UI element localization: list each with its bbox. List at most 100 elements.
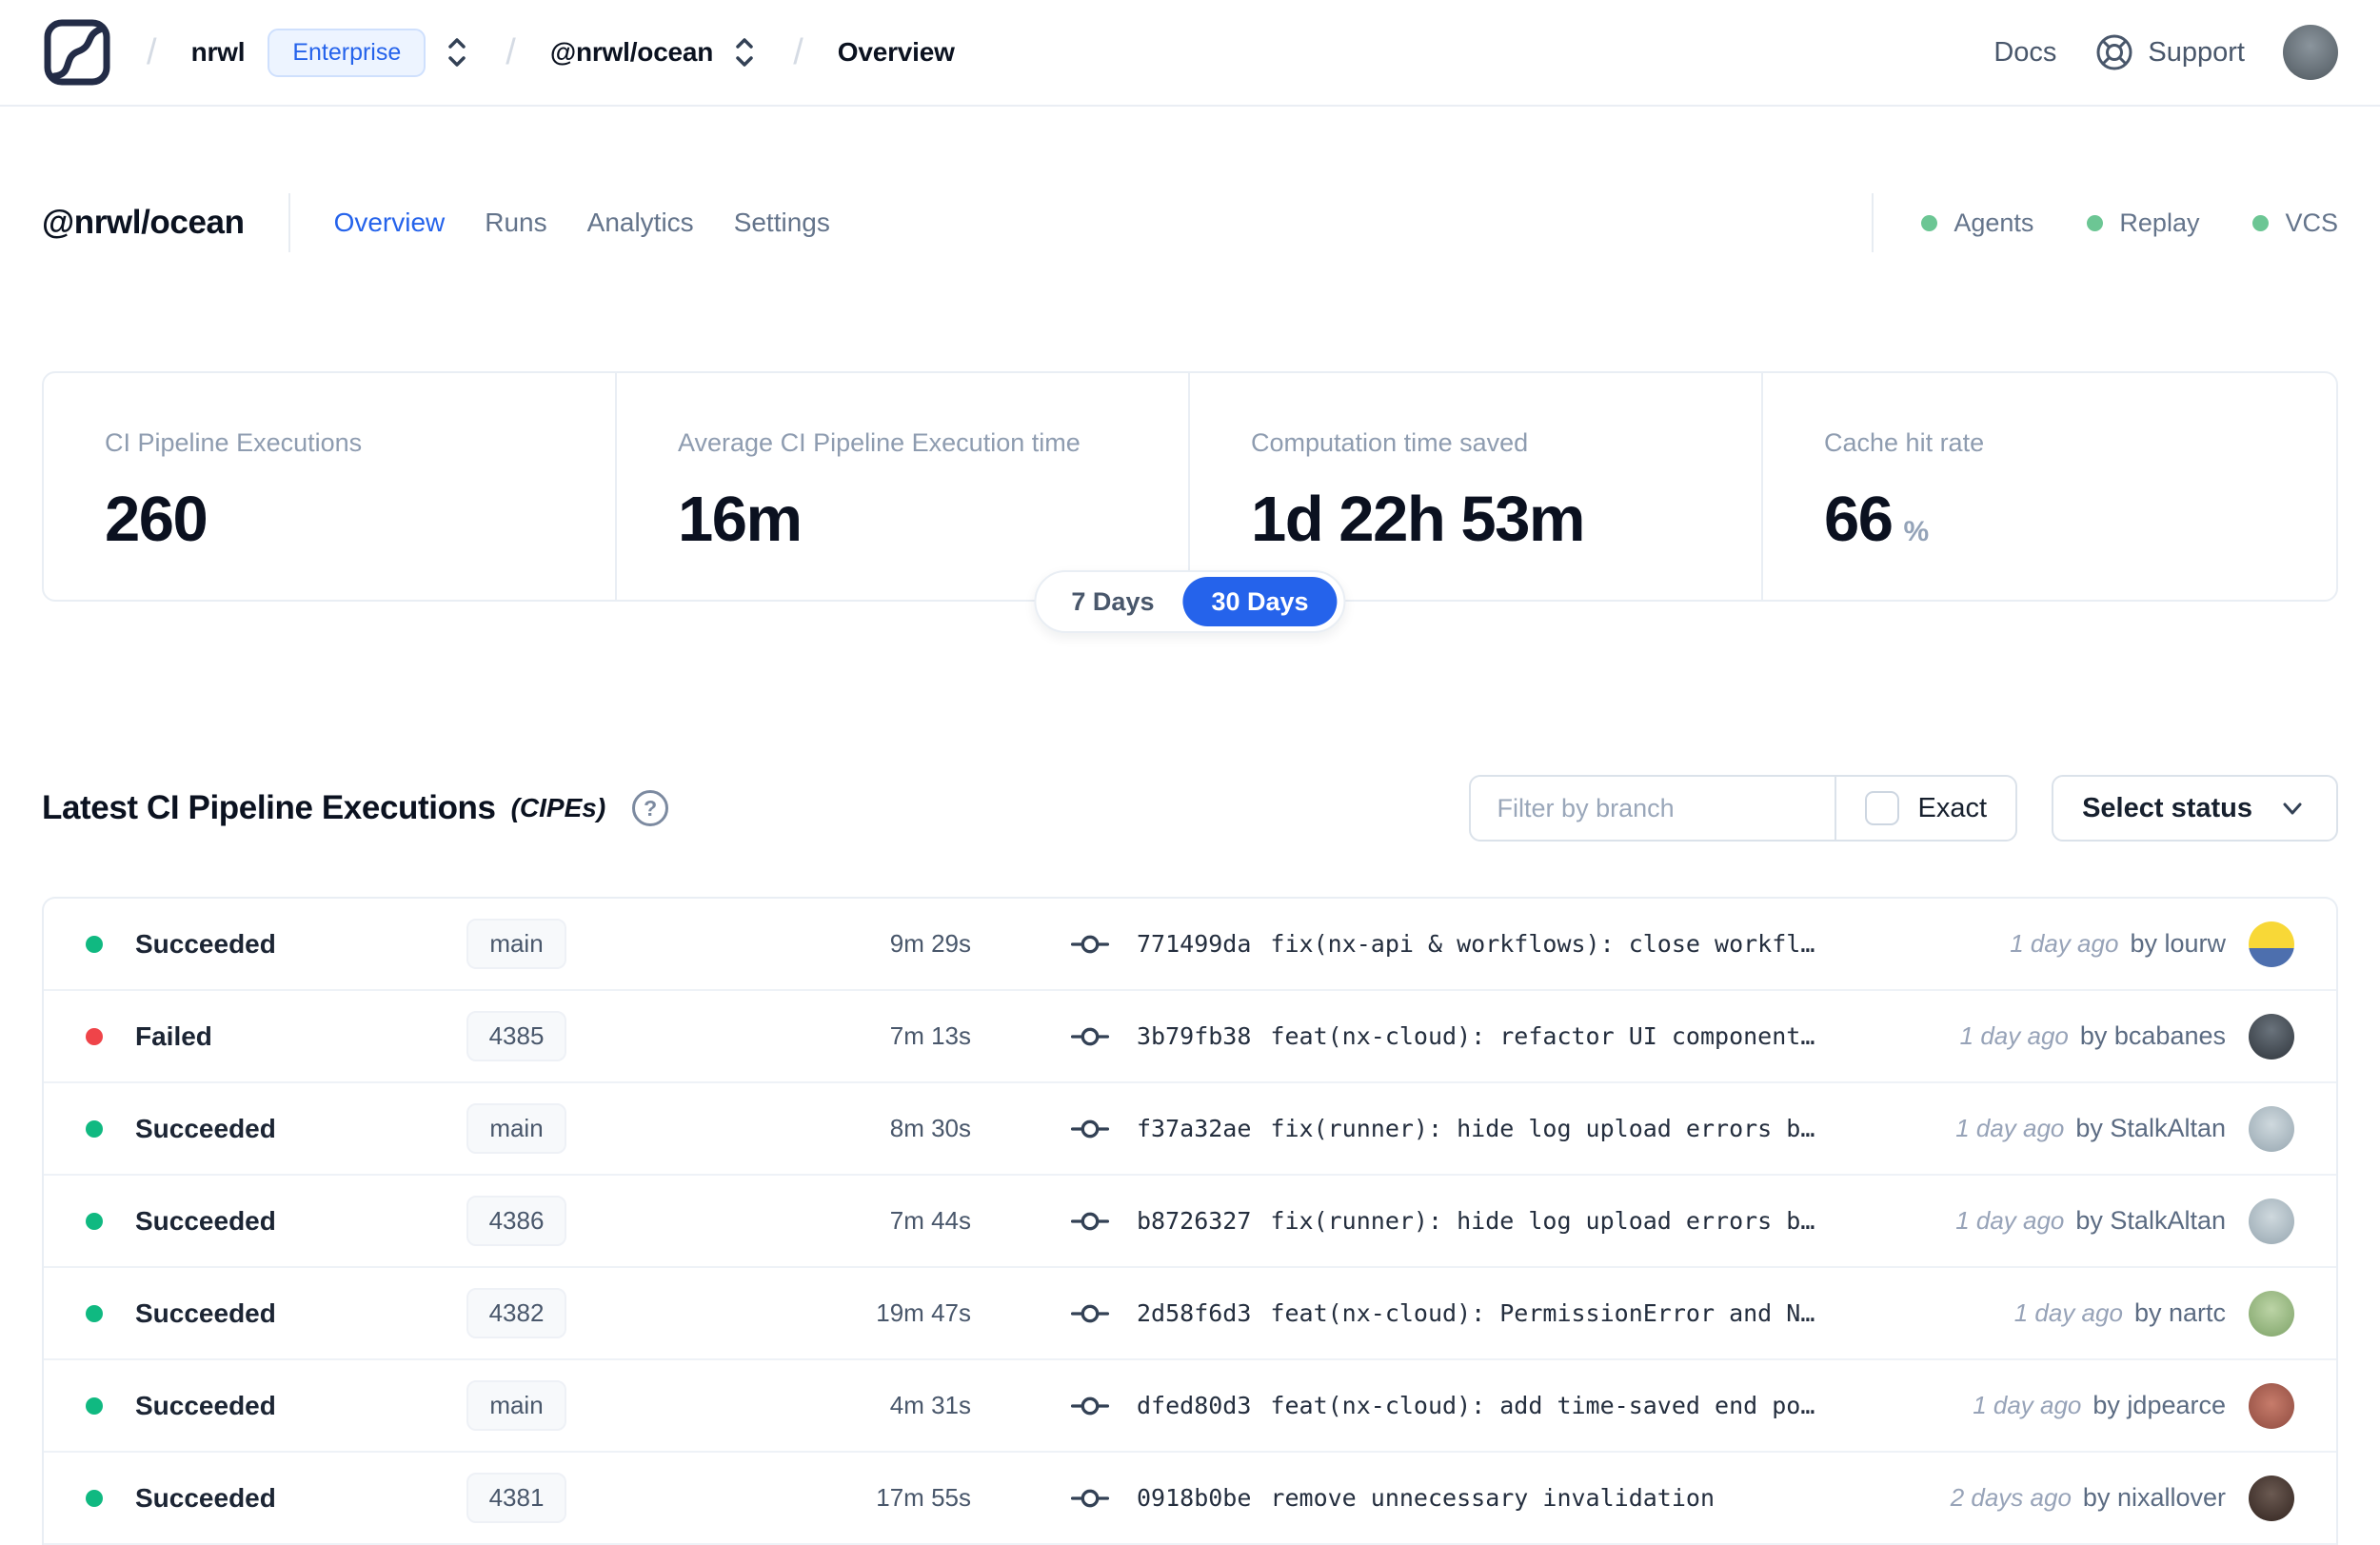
duration-cell: 9m 29s: [889, 929, 971, 958]
user-avatar[interactable]: [2283, 25, 2338, 80]
status-label: Succeeded: [135, 1482, 276, 1513]
author: by jdpearce: [2092, 1391, 2226, 1419]
stat-card-ci-pipeline-executions: CI Pipeline Executions 260: [44, 373, 617, 600]
commit-cell: f37a32ae fix(runner): hide log upload er…: [1070, 1109, 1815, 1149]
author: by lourw: [2130, 929, 2226, 958]
breadcrumb-org: nrwl Enterprise: [191, 28, 472, 77]
author-avatar: [2249, 1013, 2294, 1060]
status-label: Succeeded: [135, 1205, 276, 1236]
green-dot-icon: [1921, 214, 1938, 231]
time-ago: 1 day ago: [1959, 1021, 2069, 1050]
stat-card-computation-time-saved: Computation time saved 1d 22h 53m: [1190, 373, 1763, 600]
divider: [1872, 193, 1874, 252]
stat-value: 1d 22h 53m: [1251, 484, 1585, 555]
workspace-switcher-chevron-icon[interactable]: [730, 32, 759, 72]
workspace-name: @nrwl/ocean: [549, 37, 714, 67]
green-dot-icon: [2087, 214, 2104, 231]
author: by nixallover: [2082, 1483, 2226, 1512]
docs-link[interactable]: Docs: [1993, 37, 2056, 69]
time-ago: 1 day ago: [1955, 1114, 2065, 1142]
commit-hash: 0918b0be: [1137, 1484, 1252, 1512]
commit-hash: b8726327: [1137, 1207, 1252, 1235]
git-commit-icon: [1070, 1304, 1110, 1322]
indicator-replay[interactable]: Replay: [2087, 208, 2199, 238]
commit-message: feat(nx-cloud): add time-saved end po…: [1270, 1392, 1815, 1419]
range-30-days[interactable]: 30 Days: [1182, 577, 1338, 626]
breadcrumb-separator: /: [147, 31, 157, 72]
status-dot: [86, 935, 103, 953]
nx-cloud-logo-icon[interactable]: [42, 17, 112, 88]
tab-settings[interactable]: Settings: [734, 208, 830, 238]
meta-cell: 1 day ago by lourw: [2010, 921, 2294, 967]
stat-card-average-execution-time: Average CI Pipeline Execution time 16m: [617, 373, 1190, 600]
exact-label: Exact: [1917, 792, 1988, 823]
author-avatar: [2249, 1382, 2294, 1429]
status-filter-label: Select status: [2082, 792, 2252, 823]
commit-hash: 771499da: [1137, 930, 1252, 958]
status-cell: Succeeded: [86, 929, 414, 960]
indicator-vcs[interactable]: VCS: [2252, 208, 2338, 238]
cipe-row[interactable]: Succeeded 4382 19m 47s 2d58f6d3 feat(nx-…: [44, 1268, 2336, 1360]
range-7-days[interactable]: 7 Days: [1042, 577, 1182, 626]
exact-match-option: Exact: [1836, 791, 2016, 825]
cipe-list: Succeeded main 9m 29s 771499da fix(nx-ap…: [42, 897, 2338, 1545]
cipe-row[interactable]: Succeeded 4381 17m 55s 0918b0be remove u…: [44, 1453, 2336, 1545]
stat-card-cache-hit-rate: Cache hit rate 66%: [1763, 373, 2336, 600]
stats-cards: CI Pipeline Executions 260 Average CI Pi…: [42, 371, 2338, 602]
status-dot: [86, 1396, 103, 1415]
status-cell: Succeeded: [86, 1391, 414, 1421]
cipe-title-suffix: (CIPEs): [510, 793, 606, 822]
author: by StalkAltan: [2075, 1114, 2226, 1142]
lifebuoy-icon: [2096, 34, 2132, 70]
stat-value: 66: [1824, 484, 1894, 555]
git-commit-icon: [1070, 1119, 1110, 1138]
branch-cell: main: [414, 1103, 619, 1154]
branch-filter-input[interactable]: [1470, 793, 1835, 823]
branch-badge[interactable]: 4381: [466, 1473, 567, 1523]
exact-checkbox[interactable]: [1864, 791, 1899, 825]
cipe-row[interactable]: Succeeded main 4m 31s dfed80d3 feat(nx-c…: [44, 1360, 2336, 1453]
cipe-row[interactable]: Failed 4385 7m 13s 3b79fb38 feat(nx-clou…: [44, 991, 2336, 1083]
tab-runs[interactable]: Runs: [485, 208, 546, 238]
branch-filter-group: Exact: [1468, 775, 2018, 842]
author-avatar: [2249, 921, 2294, 967]
time-ago: 1 day ago: [1955, 1206, 2065, 1235]
help-icon[interactable]: ?: [632, 790, 669, 826]
meta-cell: 1 day ago by nartc: [2014, 1290, 2294, 1337]
branch-badge[interactable]: main: [466, 919, 566, 969]
tab-overview[interactable]: Overview: [334, 208, 446, 238]
branch-badge[interactable]: 4385: [466, 1011, 567, 1061]
branch-badge[interactable]: 4382: [466, 1288, 567, 1338]
workspace-header: @nrwl/ocean Overview Runs Analytics Sett…: [0, 187, 2380, 259]
meta-cell: 1 day ago by bcabanes: [1959, 1013, 2294, 1060]
commit-cell: dfed80d3 feat(nx-cloud): add time-saved …: [1070, 1386, 1815, 1426]
cipe-title: Latest CI Pipeline Executions: [42, 789, 496, 826]
cipe-row[interactable]: Succeeded 4386 7m 44s b8726327 fix(runne…: [44, 1176, 2336, 1268]
branch-cell: main: [414, 1380, 619, 1431]
cipe-row[interactable]: Succeeded main 9m 29s 771499da fix(nx-ap…: [44, 899, 2336, 991]
branch-cell: 4385: [414, 1011, 619, 1061]
branch-badge[interactable]: main: [466, 1380, 566, 1431]
feature-indicators: Agents Replay VCS: [1921, 208, 2338, 238]
branch-cell: main: [414, 919, 619, 969]
author-avatar: [2249, 1105, 2294, 1152]
tab-analytics[interactable]: Analytics: [587, 208, 694, 238]
time-ago: 2 days ago: [1950, 1483, 2072, 1512]
commit-message: fix(runner): hide log upload errors b…: [1270, 1207, 1815, 1235]
author: by nartc: [2133, 1298, 2226, 1327]
author-avatar: [2249, 1290, 2294, 1337]
branch-badge[interactable]: 4386: [466, 1196, 567, 1246]
org-switcher-chevron-icon[interactable]: [443, 32, 471, 72]
breadcrumb-page: Overview: [837, 37, 955, 67]
branch-badge[interactable]: main: [466, 1103, 566, 1154]
time-ago: 1 day ago: [2010, 929, 2119, 958]
time-ago: 1 day ago: [1973, 1391, 2082, 1419]
commit-cell: 0918b0be remove unnecessary invalidation: [1070, 1478, 1715, 1518]
stat-label: Average CI Pipeline Execution time: [678, 428, 1081, 457]
status-filter-dropdown[interactable]: Select status: [2052, 775, 2338, 842]
top-bar: / nrwl Enterprise / @nrwl/ocean / Overvi…: [0, 0, 2380, 107]
indicator-agents[interactable]: Agents: [1921, 208, 2033, 238]
author: by bcabanes: [2079, 1021, 2226, 1050]
support-link[interactable]: Support: [2094, 32, 2245, 72]
cipe-row[interactable]: Succeeded main 8m 30s f37a32ae fix(runne…: [44, 1083, 2336, 1176]
